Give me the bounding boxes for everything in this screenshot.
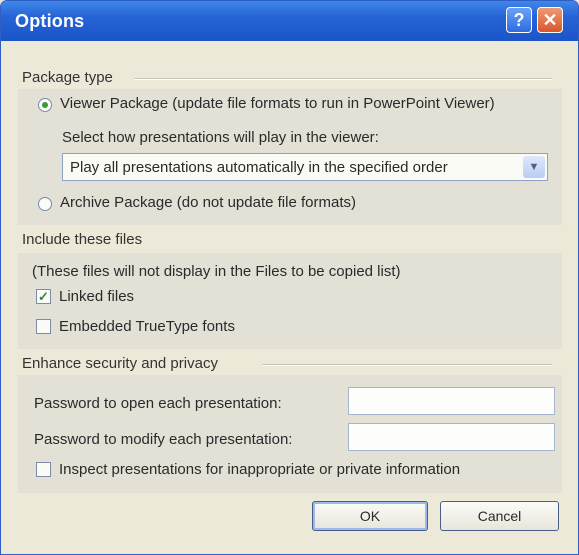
linked-files-checkbox[interactable]: ✓	[36, 289, 51, 304]
play-mode-label: Select how presentations will play in th…	[62, 129, 379, 146]
options-dialog: Options ? ✕ Package type Viewer Package …	[0, 0, 579, 555]
title-bar[interactable]: Options ? ✕	[1, 1, 578, 41]
security-heading: Enhance security and privacy	[22, 355, 218, 372]
ok-button[interactable]: OK	[312, 501, 428, 531]
package-type-heading: Package type	[22, 69, 113, 86]
help-icon[interactable]: ?	[506, 7, 532, 33]
viewer-package-label[interactable]: Viewer Package (update file formats to r…	[60, 95, 495, 112]
inspect-checkbox[interactable]	[36, 462, 51, 477]
close-icon[interactable]: ✕	[537, 7, 563, 33]
dialog-title: Options	[15, 11, 85, 31]
play-mode-value: Play all presentations automatically in …	[70, 159, 448, 176]
password-modify-label: Password to modify each presentation:	[34, 431, 293, 448]
archive-package-label[interactable]: Archive Package (do not update file form…	[60, 194, 356, 211]
include-files-note: (These files will not display in the Fil…	[32, 263, 401, 280]
password-open-field[interactable]	[348, 387, 555, 415]
password-modify-field[interactable]	[348, 423, 555, 451]
chevron-down-icon[interactable]: ▼	[523, 156, 545, 178]
archive-package-radio[interactable]	[38, 197, 52, 211]
play-mode-select[interactable]: Play all presentations automatically in …	[62, 153, 548, 181]
embedded-fonts-label[interactable]: Embedded TrueType fonts	[59, 318, 235, 335]
password-open-label: Password to open each presentation:	[34, 395, 282, 412]
security-divider	[262, 364, 552, 366]
linked-files-label[interactable]: Linked files	[59, 288, 134, 305]
include-files-heading: Include these files	[22, 231, 143, 248]
inspect-label[interactable]: Inspect presentations for inappropriate …	[59, 461, 460, 478]
embedded-fonts-checkbox[interactable]	[36, 319, 51, 334]
cancel-button[interactable]: Cancel	[440, 501, 559, 531]
package-type-divider	[134, 78, 552, 80]
dialog-content: Package type Viewer Package (update file…	[4, 41, 575, 551]
viewer-package-radio[interactable]	[38, 98, 52, 112]
